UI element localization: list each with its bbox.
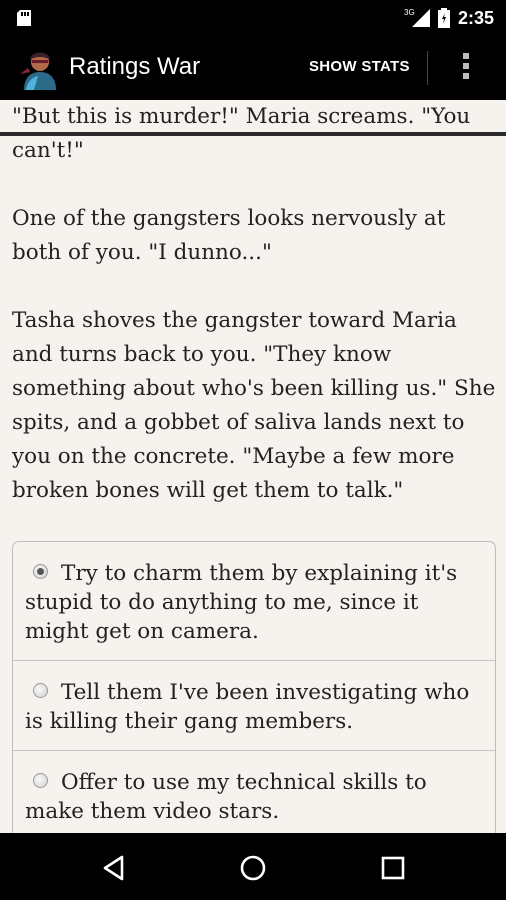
radio-button[interactable]	[33, 773, 48, 788]
choice-option[interactable]: Try to charm them by explaining it's stu…	[13, 542, 495, 661]
choice-option[interactable]: Tell them I've been investigating who is…	[13, 661, 495, 751]
app-icon	[18, 44, 62, 90]
app-bar: Ratings War SHOW STATS	[0, 36, 506, 136]
radio-button-checked[interactable]	[33, 564, 48, 579]
home-icon[interactable]	[238, 853, 268, 883]
overflow-menu-icon[interactable]	[455, 50, 477, 86]
sd-card-icon	[17, 10, 31, 26]
choice-label: Offer to use my technical skills to make…	[25, 770, 427, 824]
choice-option[interactable]: Offer to use my technical skills to make…	[13, 751, 495, 840]
signal-icon: 3G	[404, 8, 430, 27]
choice-label: Tell them I've been investigating who is…	[25, 680, 470, 734]
back-icon[interactable]	[100, 853, 130, 883]
status-icons: 3G 2:35	[404, 0, 494, 36]
recents-icon[interactable]	[378, 853, 408, 883]
story-text: "But this is murder!" Maria screams. "Yo…	[12, 100, 496, 542]
story-paragraph: Tasha shoves the gangster toward Maria a…	[12, 308, 496, 503]
status-bar: 3G 2:35	[0, 0, 506, 36]
show-stats-button[interactable]: SHOW STATS	[309, 58, 410, 75]
navigation-bar	[0, 833, 506, 900]
battery-icon	[437, 8, 450, 28]
story-paragraph: One of the gangsters looks nervously at …	[12, 206, 446, 265]
choice-list: Try to charm them by explaining it's stu…	[12, 541, 496, 842]
network-type-label: 3G	[404, 8, 415, 17]
divider	[427, 51, 428, 85]
story-paragraph: "But this is murder!" Maria screams. "Yo…	[12, 104, 471, 163]
radio-button[interactable]	[33, 683, 48, 698]
choice-label: Try to charm them by explaining it's stu…	[25, 561, 458, 644]
app-title: Ratings War	[69, 53, 201, 80]
status-time: 2:35	[457, 7, 494, 28]
